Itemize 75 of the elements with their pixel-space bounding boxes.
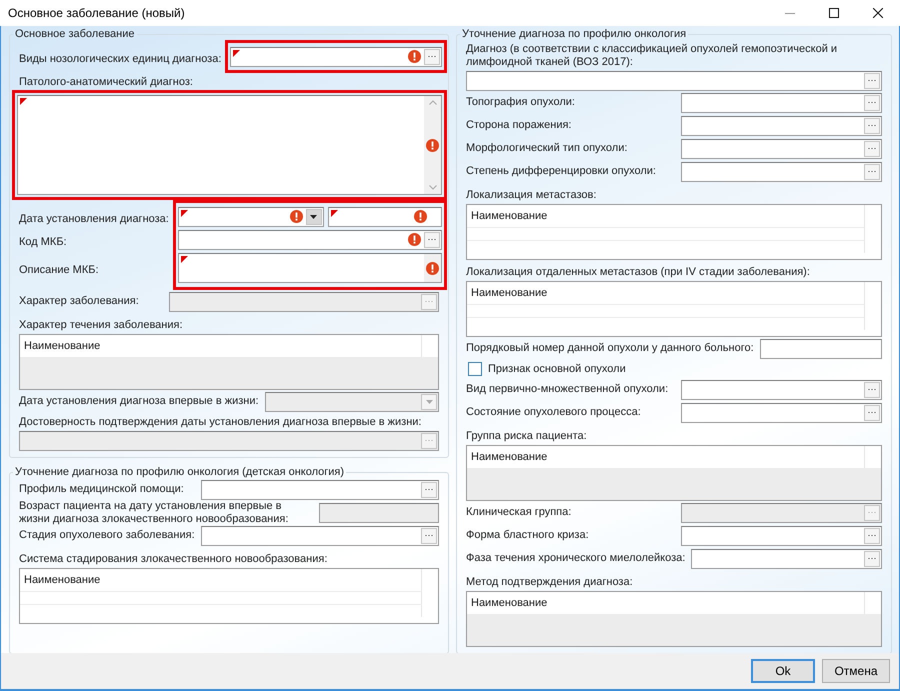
- field-label: Система стадирования злокачественного новообразования:: [19, 553, 328, 566]
- group-title: Основное заболевание: [14, 28, 136, 40]
- error-icon: [414, 210, 427, 223]
- field-label: Описание МКБ:: [19, 264, 100, 277]
- field-label: Фаза течения хронического миелолейкоза:: [466, 552, 686, 565]
- lookup-field[interactable]: [466, 71, 882, 91]
- field-label: Код МКБ:: [19, 236, 68, 248]
- field-label: Характер течения заболевания:: [19, 319, 184, 332]
- field-label: Дата установления диагноза впервые в жизни:: [19, 395, 260, 408]
- caret-down-icon: [310, 214, 318, 218]
- group-title: Уточнение диагноза по профилю онкология (детская онкология): [14, 466, 346, 478]
- field-label: Достоверность подтверждения даты установления диагноза впервые в жизни:: [19, 416, 422, 429]
- field-label: Дата установления диагноза:: [19, 212, 170, 226]
- field-label: Метод подтверждения диагноза:: [466, 576, 634, 589]
- field-label: Топография опухоли:: [466, 96, 576, 109]
- lookup-field[interactable]: [681, 162, 882, 182]
- date-field[interactable]: [178, 206, 324, 226]
- lookup-field[interactable]: [201, 480, 439, 500]
- dialog-button[interactable]: Ok: [751, 659, 815, 683]
- field-label: Патолого-анатомический диагноз:: [19, 76, 194, 89]
- lookup-field[interactable]: [681, 116, 882, 136]
- lookup-field[interactable]: [681, 92, 882, 112]
- field-label: Локализация метастазов:: [466, 189, 598, 202]
- field-label: Группа риска пациента:: [466, 430, 588, 443]
- field-label: Диагноз (в соответствии с классификацией опухолей гемопоэтической и лимфоидной тканей (ВОЗ 2017):: [466, 43, 838, 69]
- lookup-field[interactable]: [681, 138, 882, 158]
- chevron-down-icon: [428, 185, 436, 190]
- error-icon: [408, 50, 421, 63]
- caret-down-icon: [426, 400, 432, 404]
- close-icon: [873, 8, 883, 18]
- field-label: Порядковый номер данной опухоли у данного больного:: [466, 342, 755, 355]
- lookup-field[interactable]: [178, 230, 442, 250]
- dropdown-button[interactable]: [306, 208, 322, 224]
- field-label: Виды нозологических единиц диагноза:: [19, 52, 222, 66]
- lookup-field[interactable]: [691, 548, 882, 568]
- time-field[interactable]: [328, 206, 442, 226]
- field-label: Профиль медицинской помощи:: [19, 483, 185, 496]
- maximize-icon: [829, 8, 839, 18]
- field-label: Характер заболевания:: [19, 295, 140, 308]
- field-label: Стадия опухолевого заболевания:: [19, 529, 196, 542]
- required-marker-icon: [180, 210, 188, 216]
- error-icon: [408, 233, 421, 246]
- list-table[interactable]: Наименование: [466, 204, 882, 260]
- field-label: Возраст пациента на дату установления впервые в жизни диагноза злокачественного новообразования:: [19, 500, 290, 526]
- lookup-field[interactable]: [681, 380, 882, 400]
- field-label: Локализация отдаленных метастазов (при IV стадии заболевания):: [466, 266, 811, 279]
- error-icon: [290, 210, 303, 223]
- checkbox-label: Признак основной опухоли: [488, 362, 627, 376]
- required-marker-icon: [233, 50, 240, 56]
- list-table[interactable]: Наименование: [19, 568, 439, 624]
- field-label: Форма бластного криза:: [466, 529, 590, 542]
- field-label: Состояние опухолевого процесса:: [466, 406, 642, 419]
- field-label: Сторона поражения:: [466, 119, 572, 132]
- text-field[interactable]: [760, 338, 882, 358]
- required-marker-icon: [330, 210, 338, 216]
- group-title: Уточнение диагноза по профилю онкология: [461, 28, 688, 40]
- lookup-field[interactable]: [681, 402, 882, 422]
- field-label: Морфологический тип опухоли:: [466, 142, 628, 155]
- minimize-icon: [785, 12, 795, 14]
- window-title: Основное заболевание (новый): [8, 6, 186, 20]
- field-label: Степень дифференцировки опухоли:: [466, 165, 657, 178]
- required-marker-icon: [180, 256, 188, 263]
- error-icon: [426, 262, 439, 274]
- field-label: Вид первично-множественной опухоли:: [466, 383, 670, 396]
- error-icon: [426, 138, 439, 152]
- required-marker-icon: [20, 98, 27, 105]
- checkbox[interactable]: [468, 362, 482, 376]
- lookup-field[interactable]: [681, 526, 882, 546]
- chevron-up-icon: [428, 100, 436, 105]
- lookup-field[interactable]: [201, 526, 439, 546]
- dialog-button[interactable]: Отмена: [822, 659, 890, 683]
- list-table[interactable]: Наименование: [466, 281, 882, 337]
- field-label: Клиническая группа:: [466, 506, 572, 519]
- lookup-field[interactable]: [230, 46, 442, 66]
- text-area[interactable]: [178, 253, 442, 283]
